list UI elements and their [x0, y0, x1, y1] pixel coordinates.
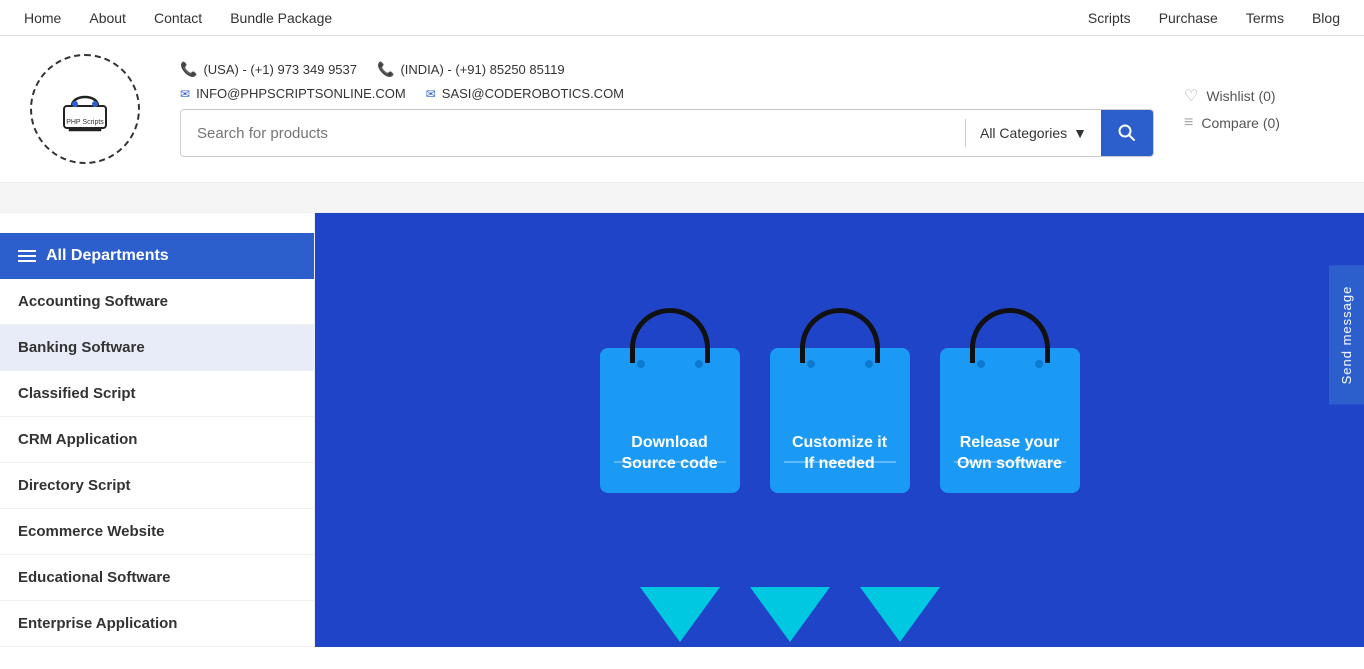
bag-dots-3 — [977, 360, 1043, 368]
wishlist-action[interactable]: ♡ Wishlist (0) — [1184, 86, 1344, 106]
bag-dot-left-2 — [807, 360, 815, 368]
chevron-down-icon: ▼ — [1073, 125, 1087, 141]
sidebar: All Departments Accounting Software Bank… — [0, 213, 315, 647]
bag-shape-1: DownloadSource code — [600, 348, 740, 493]
category-dropdown[interactable]: All Categories ▼ — [966, 110, 1101, 156]
mail-icon-2: ✉ — [426, 87, 436, 101]
sidebar-item-crm[interactable]: CRM Application — [0, 417, 314, 463]
logo[interactable]: PHP Scripts — [20, 54, 150, 164]
nav-about[interactable]: About — [85, 2, 130, 34]
bag-3: Release yourOwn software — [940, 348, 1080, 493]
nav-scripts[interactable]: Scripts — [1084, 2, 1135, 34]
bottom-v-shapes — [590, 587, 1090, 647]
sidebar-item-classified[interactable]: Classified Script — [0, 371, 314, 417]
bag-label-3: Release yourOwn software — [957, 433, 1062, 475]
bag-shape-2: Customize itIf needed — [770, 348, 910, 493]
menu-icon — [18, 250, 36, 262]
nav-blog[interactable]: Blog — [1308, 2, 1344, 34]
top-navigation: Home About Contact Bundle Package Script… — [0, 0, 1364, 36]
sidebar-item-enterprise[interactable]: Enterprise Application — [0, 601, 314, 647]
mail-icon-1: ✉ — [180, 87, 190, 101]
bag-line-3 — [954, 461, 1066, 463]
compare-action[interactable]: ≡ Compare (0) — [1184, 114, 1344, 132]
header-actions: ♡ Wishlist (0) ≡ Compare (0) — [1184, 86, 1344, 132]
top-nav-left: Home About Contact Bundle Package — [20, 2, 336, 34]
email-2: ✉ SASI@CODEROBOTICS.COM — [426, 86, 624, 101]
sidebar-item-directory[interactable]: Directory Script — [0, 463, 314, 509]
nav-terms[interactable]: Terms — [1242, 2, 1288, 34]
bag-dots-2 — [807, 360, 873, 368]
sidebar-item-educational[interactable]: Educational Software — [0, 555, 314, 601]
contact-emails: ✉ INFO@PHPSCRIPTSONLINE.COM ✉ SASI@CODER… — [180, 86, 1154, 101]
bag-dots-1 — [637, 360, 703, 368]
phone-india: 📞 (INDIA) - (+91) 85250 85119 — [377, 61, 565, 78]
top-nav-right: Scripts Purchase Terms Blog — [1084, 2, 1344, 34]
bag-2: Customize itIf needed — [770, 348, 910, 493]
phone-icon-usa: 📞 — [180, 61, 197, 78]
gray-separator — [0, 183, 1364, 213]
sidebar-item-banking[interactable]: Banking Software — [0, 325, 314, 371]
phone-usa: 📞 (USA) - (+1) 973 349 9537 — [180, 61, 357, 78]
main-content: All Departments Accounting Software Bank… — [0, 213, 1364, 647]
hero-banner: DownloadSource code Customize itIf neede… — [315, 213, 1364, 647]
bags-container: DownloadSource code Customize itIf neede… — [570, 308, 1110, 553]
bag-dot-right-3 — [1035, 360, 1043, 368]
send-message-button[interactable]: Send message — [1329, 265, 1364, 404]
svg-text:PHP Scripts: PHP Scripts — [66, 119, 104, 126]
bag-dot-left-1 — [637, 360, 645, 368]
nav-contact[interactable]: Contact — [150, 2, 206, 34]
email-1: ✉ INFO@PHPSCRIPTSONLINE.COM — [180, 86, 406, 101]
nav-home[interactable]: Home — [20, 2, 65, 34]
search-button[interactable] — [1101, 110, 1153, 156]
search-bar: All Categories ▼ — [180, 109, 1154, 157]
bag-1: DownloadSource code — [600, 348, 740, 493]
compare-icon: ≡ — [1184, 114, 1193, 132]
sidebar-header: All Departments — [0, 233, 314, 279]
bag-shape-3: Release yourOwn software — [940, 348, 1080, 493]
bag-dot-left-3 — [977, 360, 985, 368]
header-contact-area: 📞 (USA) - (+1) 973 349 9537 📞 (INDIA) - … — [180, 61, 1154, 157]
sidebar-item-accounting[interactable]: Accounting Software — [0, 279, 314, 325]
bag-line-2 — [784, 461, 896, 463]
nav-purchase[interactable]: Purchase — [1155, 2, 1222, 34]
bag-line-1 — [614, 461, 726, 463]
bag-label-1: DownloadSource code — [621, 433, 717, 475]
sidebar-item-ecommerce[interactable]: Ecommerce Website — [0, 509, 314, 555]
contact-phones: 📞 (USA) - (+1) 973 349 9537 📞 (INDIA) - … — [180, 61, 1154, 78]
nav-bundle[interactable]: Bundle Package — [226, 2, 336, 34]
bag-dot-right-1 — [695, 360, 703, 368]
search-input[interactable] — [181, 110, 965, 156]
bag-dot-right-2 — [865, 360, 873, 368]
site-header: PHP Scripts 📞 (USA) - (+1) 973 349 9537 … — [0, 36, 1364, 183]
heart-icon: ♡ — [1184, 86, 1198, 106]
bag-label-2: Customize itIf needed — [792, 433, 887, 475]
phone-icon-india: 📞 — [377, 61, 394, 78]
